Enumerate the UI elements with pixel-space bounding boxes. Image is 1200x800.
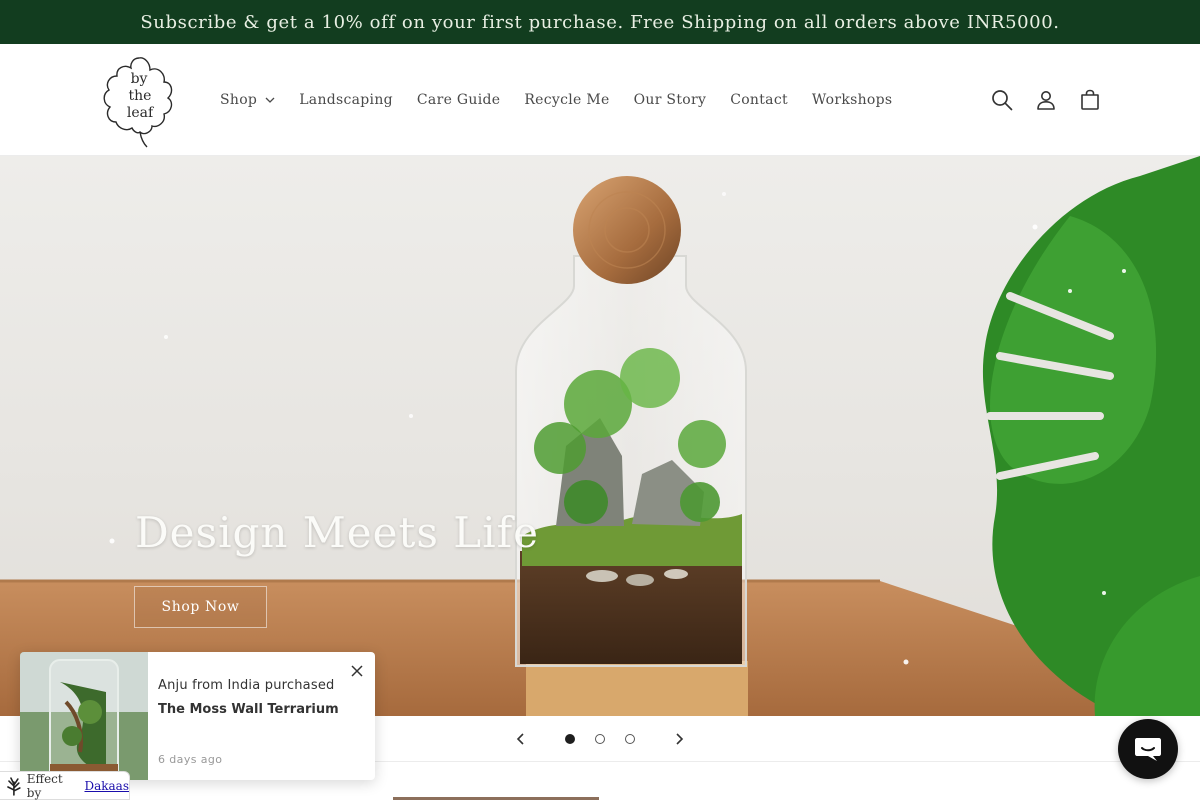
slide-dot-2[interactable] <box>595 734 605 744</box>
shop-now-button[interactable]: Shop Now <box>134 586 267 628</box>
chevron-right-icon[interactable] <box>670 730 688 748</box>
leaf-sprig-icon <box>7 776 21 796</box>
cart-icon[interactable] <box>1078 88 1102 112</box>
slide-dot-1[interactable] <box>565 734 575 744</box>
chat-button[interactable] <box>1118 719 1178 779</box>
hero-banner: Design Meets Life Shop Now <box>0 156 1200 716</box>
nav-item-landscaping[interactable]: Landscaping <box>299 92 393 108</box>
announcement-bar: Subscribe & get a 10% off on your first … <box>0 0 1200 44</box>
main-nav: Shop Landscaping Care Guide Recycle Me O… <box>220 44 916 156</box>
nav-item-recycle-me[interactable]: Recycle Me <box>524 92 609 108</box>
logo[interactable]: by the leaf <box>100 52 178 148</box>
hero-title: Design Meets Life <box>135 508 540 557</box>
popup-buyer-text: Anju from India purchased <box>158 678 335 693</box>
popup-timestamp: 6 days ago <box>158 753 223 766</box>
announcement-text: Subscribe & get a 10% off on your first … <box>140 11 1060 33</box>
effect-credit-badge: Effect by Dakaas <box>0 771 130 800</box>
nav-label: Care Guide <box>416 92 501 108</box>
logo-line-1: by <box>131 71 148 87</box>
terrarium-thumbnail-icon <box>20 652 148 780</box>
account-icon[interactable] <box>1034 88 1058 112</box>
popup-product-name[interactable]: The Moss Wall Terrarium <box>158 702 339 717</box>
nav-label: Shop <box>220 92 258 108</box>
nav-item-care-guide[interactable]: Care Guide <box>417 92 500 108</box>
nav-item-shop[interactable]: Shop <box>220 92 275 108</box>
product-thumbnail[interactable] <box>20 652 148 780</box>
logo-line-3: leaf <box>127 105 155 121</box>
logo-line-2: the <box>129 88 152 104</box>
nav-label: Our Story <box>633 92 707 108</box>
header-icons <box>970 44 1102 156</box>
nav-label: Contact <box>730 92 788 108</box>
nav-label: Landscaping <box>299 92 393 108</box>
chevron-down-icon <box>265 97 275 103</box>
close-icon[interactable] <box>349 663 365 679</box>
hero-image <box>0 156 1200 716</box>
nav-label: Recycle Me <box>524 92 610 108</box>
nav-label: Workshops <box>811 92 893 108</box>
credit-link[interactable]: Dakaas <box>84 779 129 793</box>
recent-purchase-popup[interactable]: Anju from India purchased The Moss Wall … <box>20 652 375 780</box>
chat-bubble-icon <box>1135 738 1161 761</box>
nav-item-contact[interactable]: Contact <box>730 92 788 108</box>
chevron-left-icon[interactable] <box>512 730 530 748</box>
credit-prefix: Effect by <box>26 771 63 800</box>
nav-item-workshops[interactable]: Workshops <box>812 92 893 108</box>
nav-item-our-story[interactable]: Our Story <box>634 92 707 108</box>
logo-leaf-icon: by the leaf <box>103 57 173 148</box>
slide-dot-3[interactable] <box>625 734 635 744</box>
search-icon[interactable] <box>990 88 1014 112</box>
site-header: by the leaf Shop Landscaping Care Guide … <box>0 44 1200 156</box>
